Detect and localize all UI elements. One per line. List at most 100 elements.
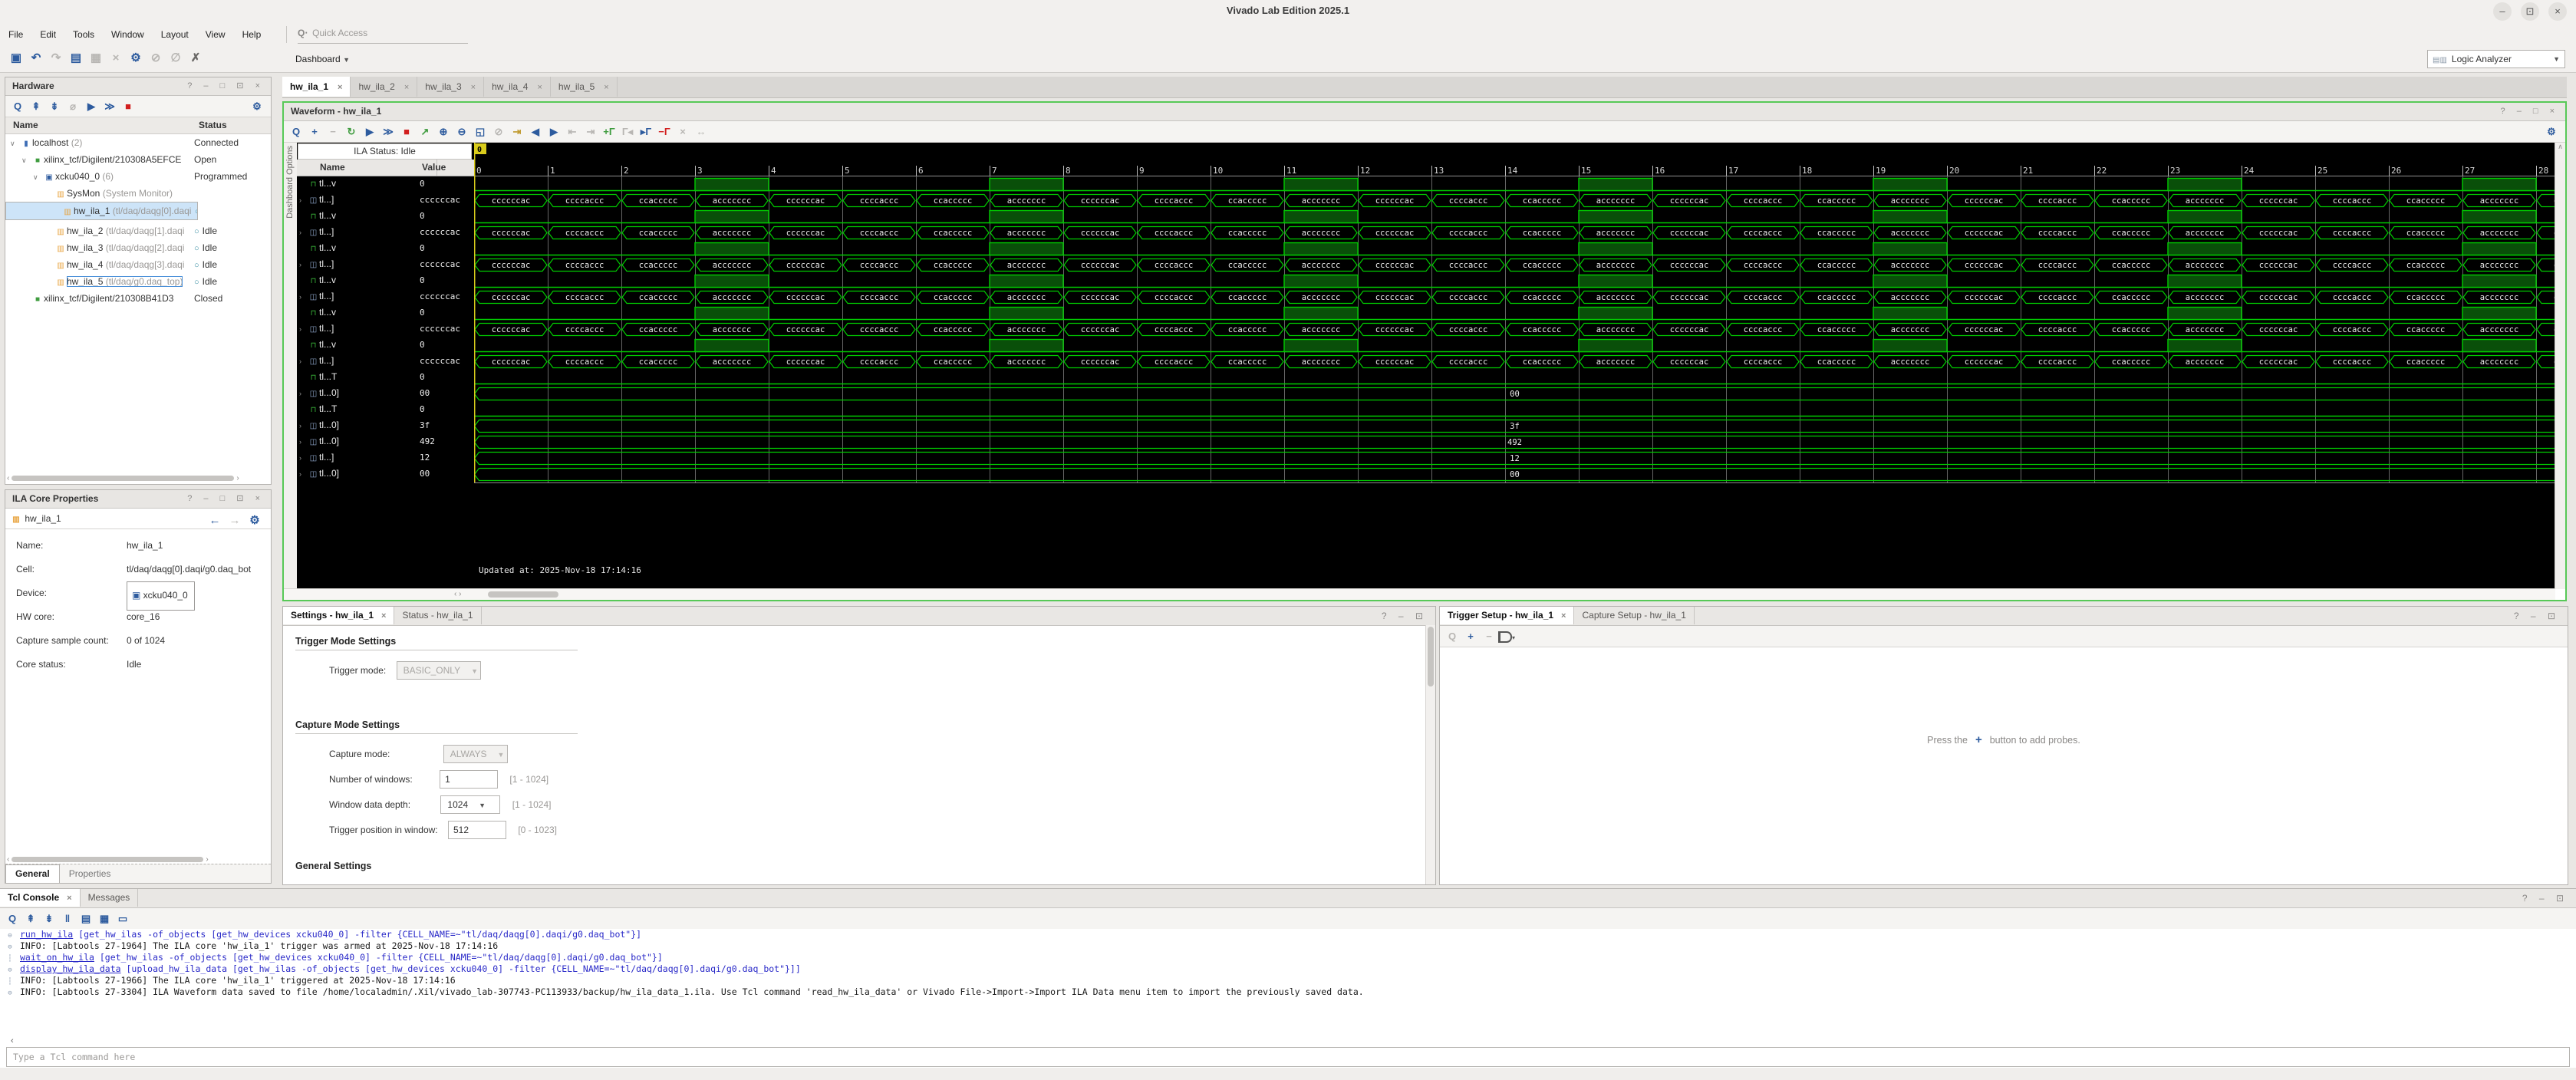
delete-icon[interactable]: × (106, 46, 126, 71)
hardware-tree-row-hw_ila_4[interactable]: ▥ hw_ila_4 (tl/daq/daqg[3].daqi ○ Idle (5, 256, 271, 273)
properties-panel-header[interactable]: ILA Core Properties ? – □ ⊡ × (5, 490, 271, 509)
menu-file[interactable]: File (0, 23, 31, 46)
panel-window-buttons[interactable]: ? – □ ⊡ × (187, 490, 265, 508)
expander-chevron-icon[interactable]: › (299, 450, 308, 466)
stop-trigger-icon[interactable]: ■ (397, 121, 416, 142)
settings-gear-icon[interactable]: ⚙ (2542, 121, 2561, 142)
cancel-run-icon[interactable]: ✗ (186, 46, 206, 71)
signal-row[interactable]: › ◫ tl...] ccccccac (297, 224, 474, 240)
settings-gear-icon[interactable]: ⚙ (126, 46, 146, 71)
export-ila-data-icon[interactable]: ↗ (416, 121, 434, 142)
settings-tab-settings---hw_ila_1[interactable]: Settings - hw_ila_1 × (283, 607, 395, 624)
panel-window-buttons[interactable]: ? – □ ⊡ × (187, 77, 265, 95)
prev-transition-icon[interactable]: Γ◂ (618, 121, 637, 142)
document-tab-hw_ila_2[interactable]: hw_ila_2 × (351, 77, 418, 97)
zoom-out-icon[interactable]: ⊖ (453, 121, 471, 142)
zoom-in-icon[interactable]: ⊕ (434, 121, 453, 142)
add-probe-icon[interactable]: + (1461, 626, 1480, 647)
menu-layout[interactable]: Layout (153, 23, 197, 46)
signal-row[interactable]: › ◫ tl...] ccccccac (297, 256, 474, 272)
copy-icon[interactable]: ▦ (86, 46, 106, 71)
expander-chevron-icon[interactable]: › (299, 354, 308, 370)
signal-row[interactable]: › ◫ tl...0] 00 (297, 466, 474, 482)
toggle-line-numbers-icon[interactable]: ▦ (95, 908, 114, 929)
trigger-setup-tab-capture-setup---hw_ila_1[interactable]: Capture Setup - hw_ila_1 (1574, 607, 1695, 624)
signal-row[interactable]: › ◫ tl...] ccccccac (297, 353, 474, 369)
capture-mode-select[interactable]: ALWAYS ▼ (443, 745, 508, 763)
hardware-hscrollbar[interactable]: ‹ › (7, 474, 269, 482)
properties-tab-general[interactable]: General (5, 864, 60, 883)
window-data-depth-select[interactable]: 1024 ▼ (440, 795, 501, 814)
menu-help[interactable]: Help (234, 23, 270, 46)
hardware-panel-header[interactable]: Hardware ? – □ ⊡ × (5, 77, 271, 96)
trigger-setup-tab-trigger-setup---hw_ila_1[interactable]: Trigger Setup - hw_ila_1 × (1440, 607, 1575, 624)
trigger-mode-select[interactable]: BASIC_ONLY ▼ (396, 661, 481, 680)
settings-tab-status---hw_ila_1[interactable]: Status - hw_ila_1 (394, 607, 482, 624)
run-disabled-icon[interactable]: ⊘ (146, 46, 166, 71)
layout-selector[interactable]: ▤▥ Logic Analyzer ▼ (2427, 50, 2565, 68)
search-icon[interactable]: Q (8, 96, 27, 117)
tcl-command-input[interactable]: Type a Tcl command here (6, 1047, 2570, 1067)
expand-all-icon[interactable]: ⇟ (40, 908, 58, 929)
delete-icon[interactable]: × (674, 121, 692, 142)
scroll-arrows[interactable]: ‹ › (454, 589, 485, 599)
close-button[interactable]: × (2548, 2, 2567, 21)
back-arrow-icon[interactable]: ← (205, 509, 225, 533)
dashboard-dropdown[interactable]: Dashboard ▼ (295, 46, 350, 73)
hardware-tree-row-xilinx_tcf-digilent-210308a5efce[interactable]: ∨ ■ xilinx_tcf/Digilent/210308A5EFCE Open (5, 151, 271, 168)
collapse-all-icon[interactable]: ⇞ (27, 96, 45, 117)
waveform-hscrollbar[interactable]: ‹ › (284, 588, 2555, 600)
goto-trigger-icon[interactable]: ⇥ (508, 121, 526, 142)
hardware-tree-row-xcku040_0[interactable]: ∨ ▣ xcku040_0 (6) Programmed (5, 168, 271, 185)
signal-row[interactable]: ⊓ tl...T 0 (297, 369, 474, 385)
report-icon[interactable]: ▤ (66, 46, 86, 71)
menu-window[interactable]: Window (103, 23, 153, 46)
zoom-fit-icon[interactable]: ◱ (471, 121, 489, 142)
expander-chevron-icon[interactable]: › (299, 289, 308, 305)
expander-chevron-icon[interactable]: › (299, 418, 308, 434)
settings-gear-icon[interactable]: ⚙ (248, 96, 266, 117)
signal-row[interactable]: ⊓ tl...v 0 (297, 305, 474, 321)
remove-probe-icon[interactable]: − (1480, 626, 1498, 647)
hardware-tree-row-localhost[interactable]: ∨ ▮ localhost (2) Connected (5, 134, 271, 151)
panel-window-buttons[interactable]: ? – □ × (2501, 103, 2559, 120)
menu-edit[interactable]: Edit (31, 23, 64, 46)
signal-row[interactable]: ⊓ tl...v 0 (297, 176, 474, 192)
signal-row[interactable]: › ◫ tl...0] 492 (297, 433, 474, 449)
column-value[interactable]: Value (414, 160, 482, 176)
hardware-tree-row-hw_ila_1[interactable]: ▥hw_ila_1 (tl/daq/daqg[0].daqi○Idle (5, 202, 199, 220)
clear-console-icon[interactable]: ▭ (114, 908, 132, 929)
fold-icon[interactable]: ⊖ (0, 988, 20, 999)
auto-connect-icon[interactable]: ⌀ (64, 96, 82, 117)
number-of-windows-input[interactable]: 1 (440, 770, 499, 789)
undo-view-icon[interactable]: ⇤ (563, 121, 581, 142)
run-trigger-immediate-icon[interactable]: ≫ (100, 96, 119, 117)
expander-chevron-icon[interactable]: › (299, 321, 308, 338)
signal-row[interactable]: ⊓ tl...v 0 (297, 272, 474, 288)
expander-chevron-icon[interactable]: ∨ (10, 135, 20, 151)
settings-gear-icon[interactable]: ⚙ (245, 509, 265, 533)
signal-row[interactable]: › ◫ tl...] ccccccac (297, 321, 474, 337)
expander-chevron-icon[interactable]: › (299, 386, 308, 402)
trigger-disabled-icon[interactable]: ⊘ (489, 121, 508, 142)
expander-chevron-icon[interactable]: › (299, 466, 308, 482)
signal-row[interactable]: › ◫ tl...0] 00 (297, 385, 474, 401)
run-trigger-icon[interactable]: ▶ (82, 96, 100, 117)
maximize-button[interactable]: ⊡ (2521, 2, 2539, 21)
redo-view-icon[interactable]: ⇥ (581, 121, 600, 142)
open-hardware-manager-icon[interactable]: ▣ (6, 46, 26, 71)
signal-row[interactable]: ⊓ tl...T 0 (297, 401, 474, 417)
copy-icon[interactable]: ▤ (77, 908, 95, 929)
add-marker-icon[interactable]: +Γ (600, 121, 618, 142)
expander-chevron-icon[interactable]: › (299, 225, 308, 241)
signal-row[interactable]: › ◫ tl...] ccccccac (297, 288, 474, 305)
dashboard-options-side-tab[interactable]: Dashboard Options (284, 143, 298, 600)
panel-window-buttons[interactable]: ? – ⊡ (1382, 607, 1428, 625)
hardware-tree-row-hw_ila_3[interactable]: ▥ hw_ila_3 (tl/daq/daqg[2].daqi ○ Idle (5, 239, 271, 256)
scroll-thumb[interactable] (488, 591, 558, 598)
expander-chevron-icon[interactable]: › (299, 434, 308, 450)
hardware-tree-row-xilinx_tcf-digilent-210308b41d3[interactable]: ■ xilinx_tcf/Digilent/210308B41D3 Closed (5, 290, 271, 307)
waveform-canvas[interactable]: 0 1 2 3 4 5 6 7 8 9 10 11 12 13 14 15 16 17 18 19 20 21 22 23 24… (474, 143, 2555, 589)
pause-output-icon[interactable]: ‖ (58, 908, 77, 929)
run-trigger-icon[interactable]: ▶ (361, 121, 379, 142)
